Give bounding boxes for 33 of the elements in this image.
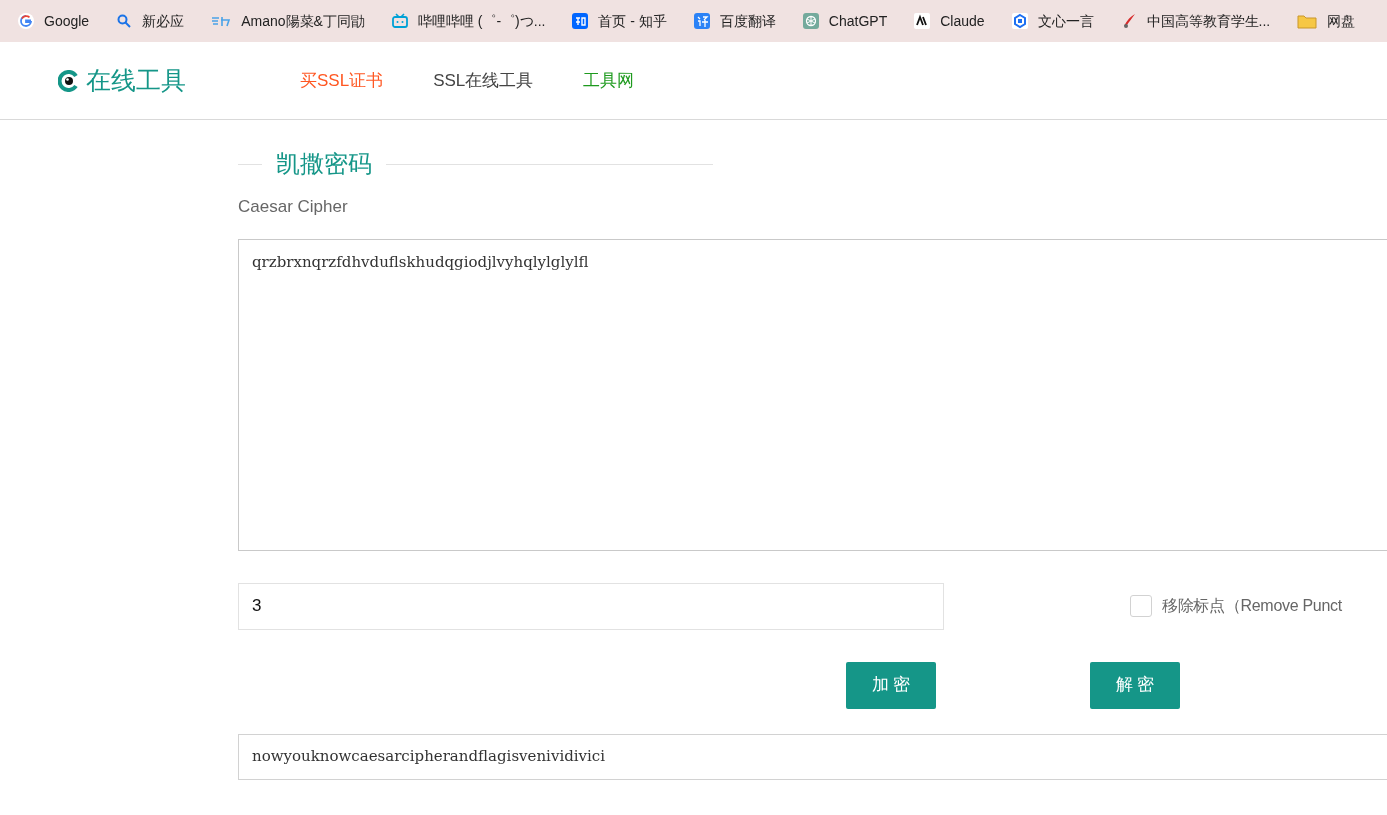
app-tile-icon [693, 13, 710, 29]
bookmark-item[interactable]: 中国高等教育学生... [1120, 10, 1271, 32]
shift-field[interactable]: 3 [238, 582, 944, 630]
cube-icon [1011, 13, 1028, 29]
bookmark-item[interactable]: ChatGPT [802, 10, 888, 32]
decrypt-button[interactable]: 解 密 [1090, 661, 1180, 709]
encrypt-button[interactable]: 加 密 [846, 661, 936, 709]
bookmark-item[interactable]: 新必应 [116, 10, 185, 32]
tool-subtitle: Caesar Cipher [238, 196, 348, 218]
folder-icon [1297, 13, 1318, 29]
tool-title: 凯撒密码 [275, 149, 373, 179]
bookmark-item[interactable]: Amano陽菜&丁同勖 [211, 10, 365, 32]
output-field: nowyouknowcaesarcipherandflagisvenividivici [238, 733, 1387, 780]
tv-icon [391, 13, 408, 29]
bookmark-item[interactable]: Claude [914, 10, 985, 32]
checkbox-label: 移除标点（Remove Punct [1162, 596, 1342, 616]
nav-link[interactable]: 工具网 [583, 67, 635, 94]
bookmark-item[interactable]: 百度翻译 [693, 10, 776, 32]
bookmark-item[interactable]: 网盘 [1297, 10, 1356, 32]
bookmark-item[interactable]: 首页 - 知乎 [572, 10, 667, 32]
logo-icon [58, 69, 80, 92]
google-g-icon [18, 13, 34, 29]
bookmark-item[interactable]: 哔哩哔哩 (゜-゜)つ... [391, 10, 546, 32]
site-title[interactable]: 在线工具 [86, 61, 186, 100]
bookmark-item[interactable]: Google [18, 10, 90, 32]
nav-link[interactable]: SSL在线工具 [433, 67, 534, 94]
app-tile-icon [572, 13, 589, 29]
input-field[interactable]: qrzbrxnqrzfdhvduflskhudqgiodjlvyhqlylglylfl [238, 238, 1387, 551]
bookmark-item[interactable]: 文心一言 [1011, 10, 1094, 32]
knot-icon [802, 13, 819, 29]
checkbox[interactable] [1130, 595, 1152, 617]
search-icon [116, 13, 133, 29]
logo-icon [914, 13, 931, 29]
